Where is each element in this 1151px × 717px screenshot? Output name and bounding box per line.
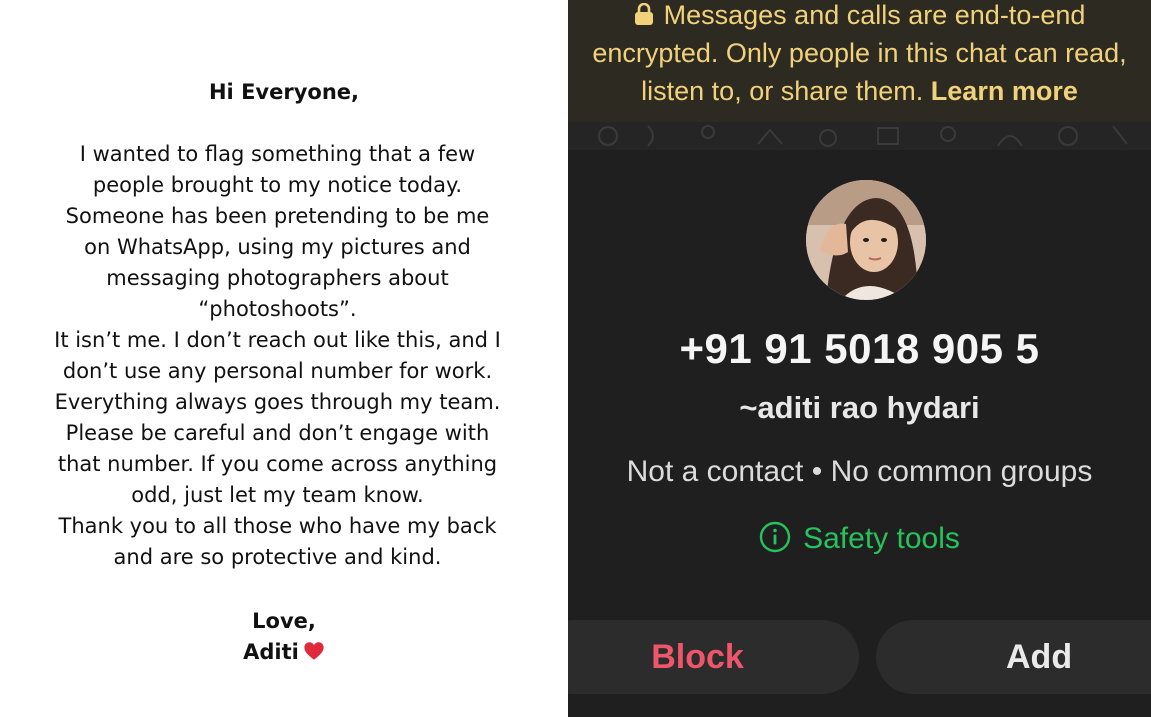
note-line: on WhatsApp, using my pictures and	[84, 235, 471, 259]
separator-dot: •	[811, 455, 823, 488]
contact-info: Not a contact • No common groups	[568, 455, 1151, 489]
composite-screenshot: Hi Everyone, I wanted to flag something …	[0, 0, 1151, 717]
block-button[interactable]: Block	[568, 620, 859, 694]
info-icon	[759, 521, 791, 553]
note-line: odd, just let my team know.	[131, 483, 424, 507]
note-signoff: Love,	[252, 609, 316, 633]
note-line: It isn’t me. I don’t reach out like this…	[54, 328, 501, 352]
profile-avatar[interactable]	[806, 180, 926, 300]
note-line: that number. If you come across anything	[57, 452, 498, 476]
page-indicator	[858, 711, 878, 717]
contact-push-name: ~aditi rao hydari	[739, 390, 980, 425]
safety-tools-link[interactable]: Safety tools	[568, 521, 1151, 556]
note-line: Thank you to all those who have my back	[58, 514, 497, 538]
note-line: people brought to my notice today.	[92, 173, 463, 197]
groups-status: No common groups	[830, 455, 1093, 488]
note-body: I wanted to flag something that a few pe…	[40, 139, 515, 573]
encryption-line: Messages and calls are end-to-end	[568, 0, 1151, 34]
add-contact-button[interactable]: Add	[876, 620, 1151, 694]
contact-phone-number: +91 91 5018 905 5	[679, 325, 1040, 372]
note-greeting: Hi Everyone,	[208, 80, 359, 104]
safety-tools-label: Safety tools	[803, 522, 960, 555]
note-signature-line: Aditi	[0, 637, 568, 668]
lock-icon	[634, 0, 654, 25]
note-line: messaging photographers about	[106, 266, 449, 290]
encryption-text: Messages and calls are end-to-end	[663, 0, 1086, 30]
contact-status: Not a contact	[626, 455, 804, 488]
note-line: don’t use any personal number for work.	[62, 359, 493, 383]
encryption-banner[interactable]: Messages and calls are end-to-end encryp…	[568, 0, 1151, 122]
note-line: Everything always goes through my team.	[54, 390, 501, 414]
note-line: Please be careful and don’t engage with	[65, 421, 490, 445]
note-signoff-block: Love, Aditi	[0, 606, 568, 668]
learn-more-link[interactable]: Learn more	[931, 76, 1078, 106]
statement-note: Hi Everyone, I wanted to flag something …	[0, 0, 568, 717]
encryption-text: listen to, or share them.	[641, 76, 924, 106]
note-line: Someone has been pretending to be me	[65, 204, 490, 228]
encryption-line: encrypted. Only people in this chat can …	[592, 38, 1127, 68]
encryption-line: listen to, or share them. Learn more	[568, 72, 1151, 110]
note-signature: Aditi	[243, 640, 299, 664]
note-line: and are so protective and kind.	[113, 545, 442, 569]
note-line: I wanted to flag something that a few	[79, 142, 476, 166]
heart-icon	[303, 640, 325, 662]
whatsapp-profile-screenshot: Messages and calls are end-to-end encryp…	[568, 0, 1151, 717]
chat-wallpaper-strip	[568, 122, 1151, 150]
note-line: “photoshoots”.	[198, 297, 357, 321]
